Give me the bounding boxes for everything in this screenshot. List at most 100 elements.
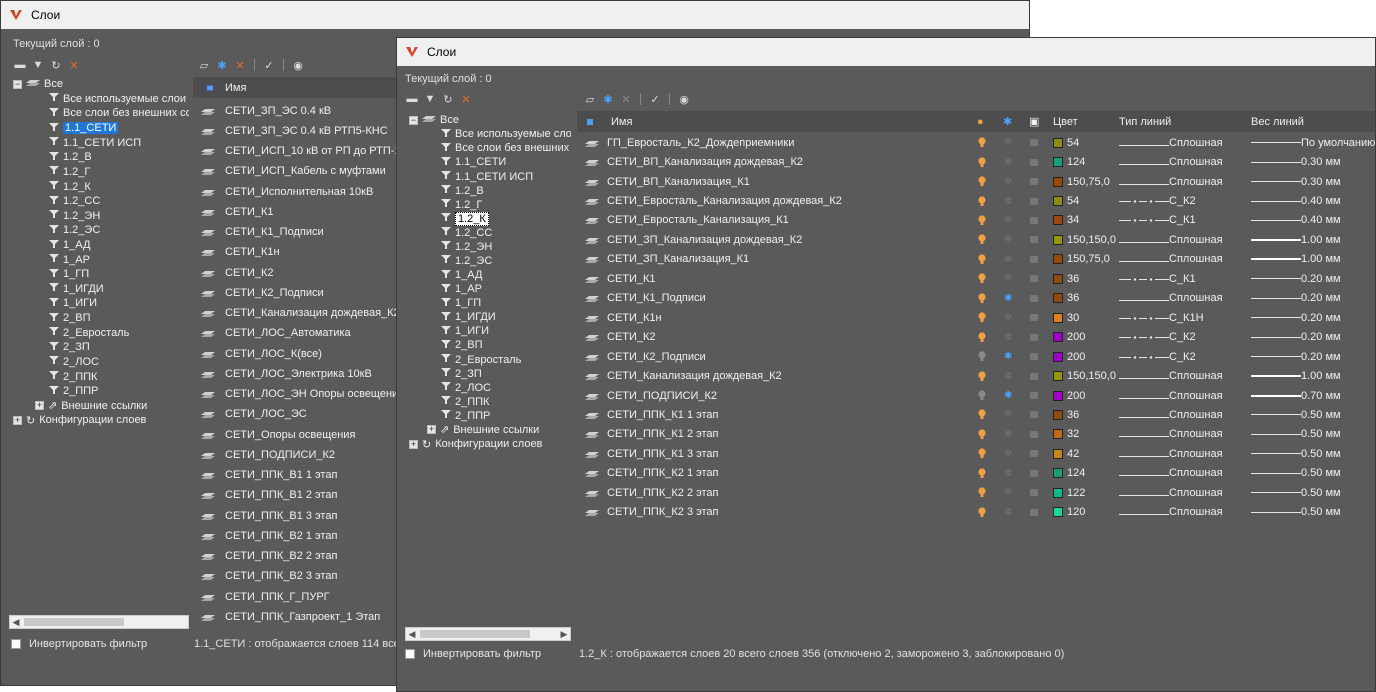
freeze-sun-icon[interactable]: ✲ bbox=[1004, 332, 1012, 343]
lightbulb-icon[interactable] bbox=[978, 215, 986, 226]
freeze-sun-icon[interactable]: ✲ bbox=[1004, 487, 1012, 498]
tree-item[interactable]: Все используемые слои bbox=[49, 92, 186, 106]
tree-item[interactable]: 1.1_СЕТИ ИСП bbox=[441, 169, 533, 183]
layer-row[interactable]: СЕТИ_ППК_В2 3 этап bbox=[193, 567, 398, 586]
freeze-sun-icon[interactable]: ✲ bbox=[1004, 507, 1012, 518]
layer-lineweight[interactable]: 0.30 мм bbox=[1251, 176, 1341, 188]
tree-item[interactable]: 1.2_К bbox=[49, 179, 91, 193]
layer-linetype[interactable]: Сплошная bbox=[1119, 390, 1223, 402]
layer-color[interactable]: 200 bbox=[1053, 351, 1085, 363]
layer-lineweight[interactable]: 0.20 мм bbox=[1251, 273, 1341, 285]
layer-color[interactable]: 200 bbox=[1053, 331, 1085, 343]
tree-item[interactable]: 1.2_В bbox=[49, 150, 92, 164]
layer-lineweight[interactable]: 0.20 мм bbox=[1251, 351, 1341, 363]
tree-item[interactable]: 1.2_СС bbox=[441, 226, 492, 240]
layer-row[interactable]: СЕТИ_К1 bbox=[193, 202, 398, 221]
layer-row[interactable]: СЕТИ_ППК_В2 2 этап bbox=[193, 547, 398, 566]
layer-lineweight[interactable]: 0.40 мм bbox=[1251, 214, 1341, 226]
lock-icon[interactable] bbox=[1030, 255, 1038, 263]
lock-icon[interactable] bbox=[1030, 333, 1038, 341]
tree-item[interactable]: 1.2_В bbox=[441, 183, 484, 197]
layer-lineweight[interactable]: 0.70 мм bbox=[1251, 390, 1341, 402]
lightbulb-icon[interactable] bbox=[978, 234, 986, 245]
layer-row[interactable]: СЕТИ_ППК_Г_ПУРГ bbox=[193, 587, 398, 606]
lightbulb-icon[interactable] bbox=[978, 137, 986, 148]
layer-row[interactable]: СЕТИ_ППК_К2 3 этап ✲ 120 Сплошная 0.50 мм bbox=[577, 503, 1375, 522]
layer-row[interactable]: СЕТИ_Евросталь_Канализация_К1 ✲ 34 С_К1 0.40… bbox=[577, 211, 1375, 230]
layer-linetype[interactable]: Сплошная bbox=[1119, 292, 1223, 304]
lock-icon[interactable] bbox=[1030, 489, 1038, 497]
tree-item[interactable]: 1_ГП bbox=[441, 296, 481, 310]
layer-row[interactable]: СЕТИ_ЛОС_К(все) bbox=[193, 344, 398, 363]
layer-color[interactable]: 54 bbox=[1053, 137, 1079, 149]
tree-item[interactable]: 1.2_СС bbox=[49, 194, 100, 208]
tree-item[interactable]: 1_ГП bbox=[49, 267, 89, 281]
lock-icon[interactable] bbox=[1030, 158, 1038, 166]
new-group-filter-icon[interactable]: ▬ bbox=[405, 92, 419, 106]
freeze-sun-icon[interactable]: ✲ bbox=[1004, 273, 1012, 284]
invert-filter-checkbox[interactable] bbox=[405, 649, 415, 659]
layer-color[interactable]: 30 bbox=[1053, 312, 1079, 324]
layer-row[interactable]: СЕТИ_ИСП_Кабель с муфтами bbox=[193, 162, 398, 181]
layer-color[interactable]: 150,75,0 bbox=[1053, 176, 1110, 188]
freeze-sun-icon[interactable]: ✲ bbox=[1004, 157, 1012, 168]
lock-icon[interactable] bbox=[1030, 353, 1038, 361]
column-header-color[interactable]: Цвет bbox=[1053, 116, 1078, 128]
layer-lineweight[interactable]: 0.20 мм bbox=[1251, 312, 1341, 324]
layer-color[interactable]: 36 bbox=[1053, 409, 1079, 421]
expand-icon[interactable]: + bbox=[35, 401, 44, 411]
layer-lineweight[interactable]: 0.20 мм bbox=[1251, 331, 1341, 343]
layer-linetype[interactable]: С_К1 bbox=[1119, 214, 1196, 226]
delete-filter-icon[interactable]: ✕ bbox=[459, 92, 473, 106]
tree-item[interactable]: 2_ЛОС bbox=[441, 381, 491, 395]
lightbulb-icon[interactable] bbox=[978, 293, 986, 304]
layer-row[interactable]: СЕТИ_Канализация дождевая_К2 bbox=[193, 304, 398, 323]
layer-row[interactable]: СЕТИ_К2_Подписи ✱ 200 С_К2 0.20 мм bbox=[577, 347, 1375, 366]
layer-linetype[interactable]: Сплошная bbox=[1119, 156, 1223, 168]
layer-row[interactable]: СЕТИ_ЛОС_Электрика 10кВ bbox=[193, 364, 398, 383]
lock-icon[interactable] bbox=[1030, 469, 1038, 477]
layer-lineweight[interactable]: По умолчанию bbox=[1251, 137, 1375, 149]
tree-item[interactable]: 1.2_ЭН bbox=[441, 240, 492, 254]
set-current-icon[interactable]: ✓ bbox=[262, 58, 276, 72]
scroll-left-icon[interactable]: ◀ bbox=[10, 616, 22, 628]
tree-item[interactable]: 1_АР bbox=[49, 252, 90, 266]
new-group-filter-icon[interactable]: ▬ bbox=[13, 58, 27, 72]
lock-icon[interactable] bbox=[1030, 411, 1038, 419]
layer-linetype[interactable]: С_К2 bbox=[1119, 351, 1196, 363]
view-icon[interactable]: ◉ bbox=[677, 92, 691, 106]
layer-color[interactable]: 36 bbox=[1053, 273, 1079, 285]
lightbulb-icon[interactable] bbox=[978, 332, 986, 343]
lock-icon[interactable] bbox=[1030, 236, 1038, 244]
layer-linetype[interactable]: Сплошная bbox=[1119, 409, 1223, 421]
layer-row[interactable]: СЕТИ_ППК_В2 1 этап bbox=[193, 526, 398, 545]
layer-row[interactable]: СЕТИ_ЗП_Канализация_К1 ✲ 150,75,0 Сплошная 1… bbox=[577, 250, 1375, 269]
scroll-thumb[interactable] bbox=[420, 630, 530, 638]
lightbulb-icon[interactable] bbox=[978, 312, 986, 323]
freeze-sun-icon[interactable]: ✱ bbox=[1004, 390, 1012, 401]
column-header-name[interactable]: Имя bbox=[611, 116, 632, 128]
new-property-filter-icon[interactable]: ▼ bbox=[423, 92, 437, 106]
layer-row[interactable]: СЕТИ_ЛОС_Автоматика bbox=[193, 324, 398, 343]
layer-linetype[interactable]: Сплошная bbox=[1119, 253, 1223, 265]
lock-icon[interactable] bbox=[1030, 139, 1038, 147]
layer-lineweight[interactable]: 0.50 мм bbox=[1251, 467, 1341, 479]
layer-row[interactable]: СЕТИ_Опоры освещения bbox=[193, 425, 398, 444]
lightbulb-icon[interactable] bbox=[978, 176, 986, 187]
lightbulb-icon[interactable] bbox=[978, 351, 986, 362]
tree-item[interactable]: − Все bbox=[13, 77, 63, 91]
freeze-sun-icon[interactable]: ✲ bbox=[1004, 137, 1012, 148]
collapse-icon[interactable]: − bbox=[409, 115, 418, 125]
layer-row[interactable]: СЕТИ_ИСП_10 кВ от РП до РТП-10 bbox=[193, 142, 398, 161]
new-property-filter-icon[interactable]: ▼ bbox=[31, 58, 45, 72]
tree-item[interactable]: 1.1_СЕТИ bbox=[49, 121, 119, 135]
layer-linetype[interactable]: Сплошная bbox=[1119, 370, 1223, 382]
layer-linetype[interactable]: Сплошная bbox=[1119, 448, 1223, 460]
new-layer-frozen-icon[interactable]: ✱ bbox=[215, 58, 229, 72]
lock-icon[interactable] bbox=[1030, 178, 1038, 186]
layer-linetype[interactable]: С_К1Н bbox=[1119, 312, 1204, 324]
invert-filter-row[interactable]: Инвертировать фильтр bbox=[405, 648, 541, 660]
column-header-lock-icon[interactable]: ▣ bbox=[1029, 115, 1039, 128]
layer-color[interactable]: 42 bbox=[1053, 448, 1079, 460]
layer-linetype[interactable]: Сплошная bbox=[1119, 428, 1223, 440]
